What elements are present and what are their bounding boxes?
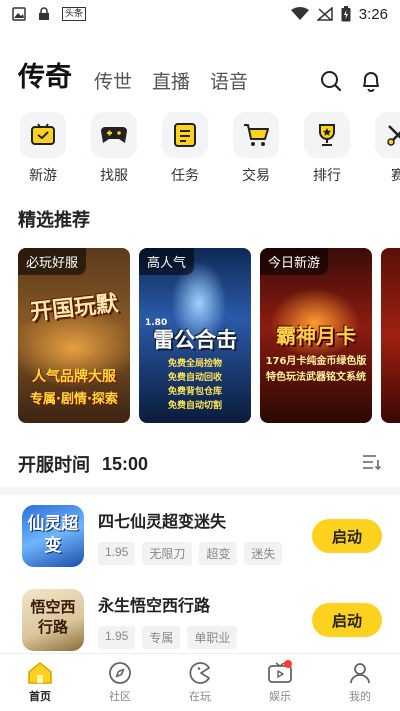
quick-find-server[interactable]: 找服 <box>91 112 162 185</box>
task-icon <box>174 123 196 147</box>
quick-label: 新游 <box>29 168 57 184</box>
quick-label: 排行 <box>313 168 341 184</box>
game-row[interactable]: 仙灵超变 四七仙灵超变迷失 1.95 无限刀 超变 迷失 启动 <box>22 503 382 569</box>
card-art-line: 免费背包仓库 <box>167 387 222 397</box>
filter-list-icon[interactable] <box>362 453 382 475</box>
featured-card[interactable]: 霸神月卡 176月卡纯金币绿色版 特色玩法武器铭文系统 今日新游 <box>260 248 372 423</box>
card-art-caption: 专属·剧情·探索 <box>30 392 118 407</box>
nav-label: 在玩 <box>189 690 211 703</box>
game-tag: 1.95 <box>98 625 136 649</box>
card-art-title: 霸神月卡 <box>276 324 356 348</box>
featured-title: 精选推荐 <box>18 210 90 231</box>
game-icon: 悟空西行路 <box>22 589 84 651</box>
featured-carousel: 开国玩默 人气品牌大服 专属·剧情·探索 必玩好服 1.80 雷公合击 免费全局… <box>18 248 400 423</box>
battery-charging-icon <box>341 6 351 22</box>
nav-playing[interactable]: 在玩 <box>160 654 240 711</box>
tab-chuanshi[interactable]: 传世 <box>94 68 132 96</box>
featured-card[interactable]: 开国玩默 人气品牌大服 专属·剧情·探索 必玩好服 <box>18 248 130 423</box>
gamepad-icon <box>101 127 127 143</box>
nav-label: 首页 <box>29 690 51 703</box>
card-art-line: 免费自动回收 <box>167 373 222 383</box>
nav-home[interactable]: 首页 <box>0 654 80 711</box>
quick-label: 交易 <box>242 168 270 184</box>
tab-chuanqi[interactable]: 传奇 <box>18 60 72 96</box>
signal-off-icon <box>316 7 333 21</box>
nav-label: 我的 <box>349 690 371 703</box>
home-icon <box>28 662 52 684</box>
top-tabs: 传奇 传世 直播 语音 <box>18 52 382 96</box>
sword-icon <box>387 125 400 146</box>
start-button[interactable]: 启动 <box>312 519 382 553</box>
tab-voice[interactable]: 语音 <box>210 68 248 96</box>
image-notification-icon <box>12 7 26 21</box>
game-tag: 1.95 <box>98 541 136 565</box>
quick-label: 找服 <box>100 168 128 184</box>
featured-card[interactable]: 1.80 雷公合击 免费全局捡物 免费自动回收 免费背包仓库 免费自动切割 高人… <box>139 248 251 423</box>
lock-notification-icon <box>39 7 49 20</box>
wifi-icon <box>290 7 309 20</box>
game-icon: 仙灵超变 <box>22 505 84 567</box>
nav-community[interactable]: 社区 <box>80 654 160 711</box>
server-time-title: 开服时间 <box>18 455 90 476</box>
nav-label: 社区 <box>109 690 131 703</box>
search-icon[interactable] <box>320 70 342 92</box>
game-name: 永生悟空西行路 <box>98 595 211 615</box>
bell-icon[interactable] <box>360 70 382 92</box>
toutiao-notification-icon: 头条 <box>62 7 87 21</box>
quick-ranking[interactable]: 排行 <box>304 112 375 185</box>
card-art-caption: 特色玩法武器铭文系统 <box>266 372 366 383</box>
start-button[interactable]: 启动 <box>312 603 382 637</box>
game-tag: 超变 <box>199 541 238 565</box>
compass-icon <box>109 662 131 684</box>
nav-entertainment[interactable]: 娱乐 <box>240 654 320 711</box>
game-name: 四七仙灵超变迷失 <box>98 511 227 531</box>
cart-icon <box>244 124 269 146</box>
game-tag: 无限刀 <box>142 541 193 565</box>
nav-label: 娱乐 <box>269 690 291 703</box>
tab-live[interactable]: 直播 <box>152 68 190 96</box>
quick-label: 赛 <box>391 168 400 184</box>
new-game-icon <box>31 123 55 145</box>
card-art-title: 雷公合击 <box>153 327 237 352</box>
game-icon-text: 悟空西行路 <box>30 598 76 636</box>
game-tag: 专属 <box>142 625 181 649</box>
card-tag: 必玩好服 <box>18 248 87 275</box>
quick-new-games[interactable]: 新游 <box>20 112 91 185</box>
game-tag: 单职业 <box>187 625 238 649</box>
user-icon <box>350 663 370 684</box>
server-time-header: 开服时间 15:00 <box>18 452 382 476</box>
card-tag: 今日新游 <box>260 248 329 275</box>
game-icon-text: 仙灵超变 <box>27 514 79 556</box>
notification-dot <box>284 660 292 668</box>
quick-label: 任务 <box>171 168 199 184</box>
clock: 3:26 <box>358 5 388 23</box>
card-art-subtitle: 176月卡纯金币绿色版 <box>265 356 367 367</box>
quick-menu: 新游 找服 任务 交易 排行 赛 <box>20 112 400 185</box>
card-tag: 高人气 <box>139 248 195 275</box>
card-art-subtitle: 人气品牌大服 <box>32 369 116 385</box>
bottom-nav: 首页 社区 在玩 娱乐 我的 <box>0 653 400 711</box>
section-divider <box>0 487 400 495</box>
status-bar: 头条 3:26 <box>0 0 400 28</box>
nav-profile[interactable]: 我的 <box>320 654 400 711</box>
quick-tasks[interactable]: 任务 <box>162 112 233 185</box>
pacman-icon <box>189 662 210 684</box>
game-row[interactable]: 悟空西行路 永生悟空西行路 1.95 专属 单职业 启动 <box>22 587 382 653</box>
featured-card-partial[interactable] <box>381 248 400 423</box>
card-art-line: 免费自动切割 <box>167 401 222 411</box>
server-time-value: 15:00 <box>102 453 149 474</box>
quick-trade[interactable]: 交易 <box>233 112 304 185</box>
card-art-line: 免费全局捡物 <box>167 359 222 369</box>
game-tag: 迷失 <box>244 541 283 565</box>
quick-match[interactable]: 赛 <box>375 112 400 185</box>
trophy-icon <box>319 124 335 146</box>
